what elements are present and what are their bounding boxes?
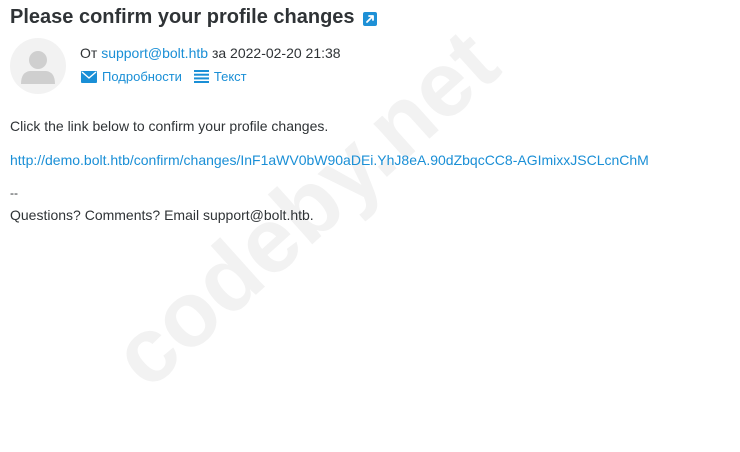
envelope-icon — [81, 70, 97, 83]
avatar — [10, 38, 66, 94]
plain-text-button[interactable]: Текст — [193, 69, 247, 84]
message-actions: Подробности Текст — [81, 69, 259, 84]
email-datetime: 2022-02-20 21:38 — [230, 45, 341, 61]
subject-text: Please confirm your profile changes — [10, 6, 355, 28]
email-view: codeby.net Please confirm your profile c… — [0, 0, 740, 452]
sender-line: От support@bolt.htb за 2022-02-20 21:38 — [80, 45, 341, 61]
details-label: Подробности — [102, 69, 182, 84]
signature-separator: -- — [10, 186, 18, 200]
signature-text: Questions? Comments? Email support@bolt.… — [10, 207, 314, 223]
date-label: за — [211, 45, 227, 61]
details-button[interactable]: Подробности — [81, 69, 182, 84]
body-line: Click the link below to confirm your pro… — [10, 118, 329, 134]
open-external-icon[interactable] — [362, 11, 377, 26]
confirm-link[interactable]: http://demo.bolt.htb/confirm/changes/InF… — [10, 152, 649, 168]
sender-link[interactable]: support@bolt.htb — [101, 45, 208, 61]
email-subject: Please confirm your profile changes — [10, 6, 377, 29]
from-label: От — [80, 45, 98, 61]
plain-text-label: Текст — [213, 69, 247, 84]
user-silhouette-icon — [21, 51, 55, 84]
list-icon — [193, 70, 209, 83]
